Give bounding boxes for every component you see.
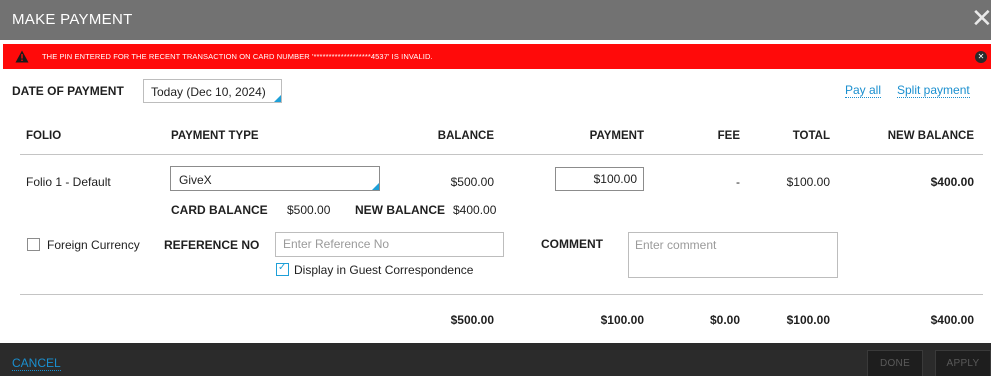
- row-total: $100.00: [786, 175, 830, 189]
- close-icon[interactable]: ✕: [971, 4, 991, 34]
- header-balance: BALANCE: [437, 130, 494, 142]
- dropdown-corner-icon: [274, 95, 281, 102]
- date-of-payment-label: DATE OF PAYMENT: [12, 84, 124, 98]
- error-alert: THE PIN ENTERED FOR THE RECENT TRANSACTI…: [3, 44, 991, 69]
- dialog-title-bar: MAKE PAYMENT ✕: [0, 0, 991, 40]
- total-fee: $0.00: [709, 313, 740, 327]
- row-new-balance: $400.00: [930, 175, 974, 189]
- header-payment: PAYMENT: [589, 130, 644, 142]
- foreign-currency-label: Foreign Currency: [47, 238, 140, 252]
- payment-type-select[interactable]: GiveX: [170, 166, 380, 191]
- folio-name: Folio 1 - Default: [26, 175, 111, 189]
- card-new-balance-label: NEW BALANCE: [355, 203, 445, 217]
- alert-message: THE PIN ENTERED FOR THE RECENT TRANSACTI…: [42, 52, 433, 61]
- cancel-button[interactable]: CANCEL: [12, 357, 61, 371]
- header-fee: FEE: [717, 130, 740, 142]
- card-balance-value: $500.00: [287, 203, 331, 217]
- display-guest-correspondence-label: Display in Guest Correspondence: [294, 263, 474, 277]
- done-button[interactable]: DONE: [867, 350, 923, 376]
- total-new-balance: $400.00: [930, 313, 974, 327]
- reference-no-label: REFERENCE NO: [164, 238, 260, 252]
- dropdown-corner-icon: [372, 183, 379, 190]
- dialog-title: MAKE PAYMENT: [12, 11, 133, 28]
- header-folio: FOLIO: [26, 130, 62, 142]
- header-new-balance: NEW BALANCE: [887, 130, 974, 142]
- row-fee: -: [736, 175, 740, 189]
- display-guest-correspondence-checkbox[interactable]: ✓: [276, 262, 289, 276]
- header-payment-type: PAYMENT TYPE: [171, 130, 259, 142]
- card-balance-label: CARD BALANCE: [171, 203, 268, 217]
- date-value: Today (Dec 10, 2024): [151, 85, 266, 99]
- header-divider: [20, 154, 983, 155]
- total-payment: $100.00: [600, 313, 644, 327]
- comment-label: COMMENT: [541, 237, 603, 251]
- card-new-balance-value: $400.00: [453, 203, 497, 217]
- alert-dismiss-icon[interactable]: ✕: [975, 51, 987, 63]
- split-payment-link[interactable]: Split payment: [897, 84, 970, 98]
- total-total: $100.00: [786, 313, 830, 327]
- dialog-footer: CANCEL DONE APPLY: [0, 343, 991, 376]
- pay-all-link[interactable]: Pay all: [845, 84, 882, 98]
- checkmark-icon: ✓: [278, 262, 287, 273]
- foreign-currency-checkbox[interactable]: [27, 238, 40, 251]
- reference-no-input[interactable]: Enter Reference No: [275, 232, 504, 257]
- apply-button[interactable]: APPLY: [935, 350, 991, 376]
- payment-amount-input[interactable]: $100.00: [555, 167, 644, 191]
- warning-icon: [15, 50, 29, 63]
- payment-type-value: GiveX: [179, 173, 212, 187]
- date-of-payment-picker[interactable]: Today (Dec 10, 2024): [143, 79, 282, 103]
- total-balance: $500.00: [450, 313, 494, 327]
- totals-divider: [20, 294, 983, 295]
- header-total: TOTAL: [792, 130, 830, 142]
- row-balance: $500.00: [450, 175, 494, 189]
- comment-textarea[interactable]: Enter comment: [628, 232, 838, 278]
